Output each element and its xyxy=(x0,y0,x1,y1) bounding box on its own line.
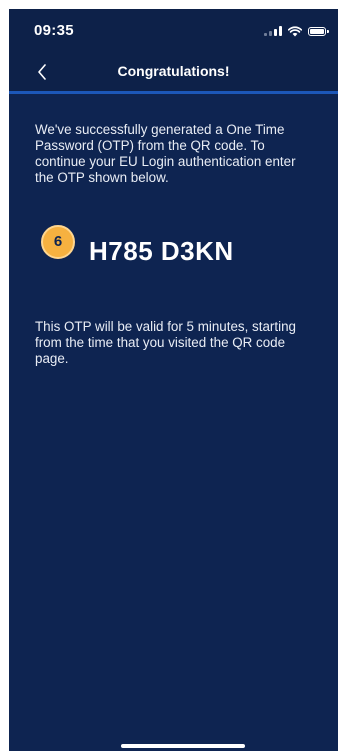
otp-row: 6 H785 D3KN xyxy=(41,224,317,267)
validity-text: This OTP will be valid for 5 minutes, st… xyxy=(35,319,296,366)
page-title: Congratulations! xyxy=(117,63,230,79)
signal-icon xyxy=(264,26,282,36)
status-bar: 09:35 xyxy=(9,9,338,53)
main-content: We've successfully generated a One Time … xyxy=(35,122,317,367)
nav-bar: Congratulations! xyxy=(9,53,338,94)
battery-icon xyxy=(308,26,329,36)
phone-screen: 09:35 Congratulations! We've successfull… xyxy=(9,9,338,751)
intro-text: We've successfully generated a One Time … xyxy=(35,122,296,185)
status-icons xyxy=(264,24,329,38)
otp-code: H785 D3KN xyxy=(89,236,234,266)
status-time: 09:35 xyxy=(34,22,74,39)
step-badge: 6 xyxy=(41,224,75,259)
home-indicator[interactable] xyxy=(121,744,245,748)
wifi-icon xyxy=(288,25,302,36)
